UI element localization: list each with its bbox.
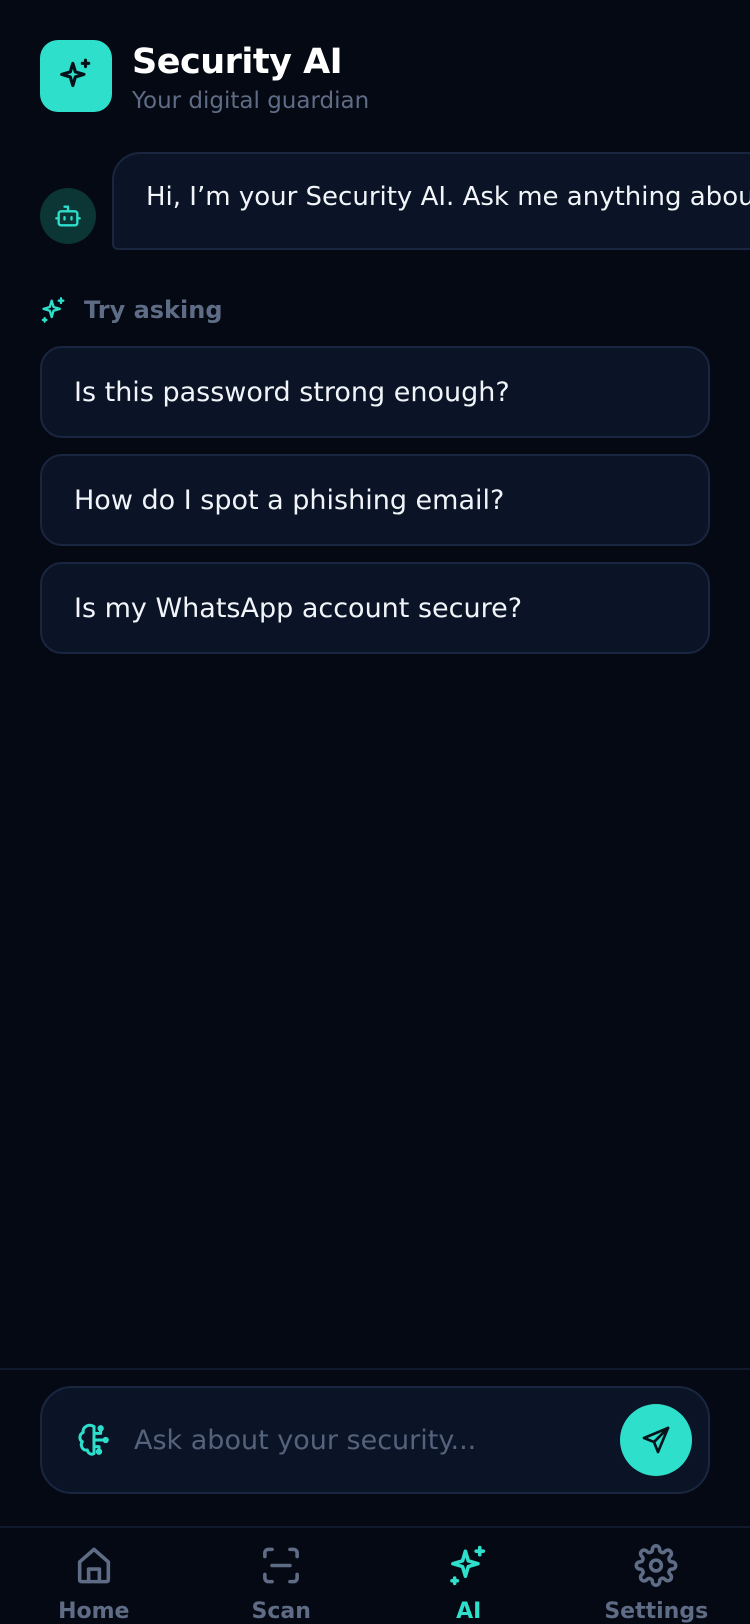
suggestion-chip[interactable]: Is this password strong enough? xyxy=(40,346,710,438)
chat-input-bar xyxy=(40,1386,710,1494)
bot-message-row: Hi, I’m your Security AI. Ask me anythin… xyxy=(40,152,750,250)
nav-item-scan[interactable]: Scan xyxy=(188,1528,376,1624)
try-asking-text: Try asking xyxy=(84,296,223,324)
try-asking-label: Try asking xyxy=(40,296,223,324)
security-ai-screen: Security AI Your digital guardian Hi, I’… xyxy=(0,0,750,1624)
sparkles-icon xyxy=(449,1545,485,1586)
home-icon xyxy=(77,1547,110,1584)
suggestion-chip[interactable]: Is my WhatsApp account secure? xyxy=(40,562,710,654)
scan-icon xyxy=(263,1547,300,1584)
app-logo xyxy=(40,40,112,112)
page-title: Security AI xyxy=(132,42,343,82)
input-divider xyxy=(0,1368,750,1370)
nav-item-home[interactable]: Home xyxy=(0,1528,188,1624)
sparkles-icon xyxy=(60,58,91,88)
bottom-nav: Home Scan AI Settings xyxy=(0,1528,750,1624)
suggestion-list: Is this password strong enough? How do I… xyxy=(40,346,710,670)
bot-message-bubble: Hi, I’m your Security AI. Ask me anythin… xyxy=(112,152,750,250)
bot-avatar xyxy=(40,188,96,244)
nav-label: AI xyxy=(456,1599,482,1624)
suggestion-chip[interactable]: How do I spot a phishing email? xyxy=(40,454,710,546)
gear-icon xyxy=(634,1544,678,1587)
nav-item-ai[interactable]: AI xyxy=(375,1528,563,1624)
bot-icon xyxy=(55,205,81,227)
header: Security AI Your digital guardian xyxy=(40,40,369,114)
nav-item-settings[interactable]: Settings xyxy=(563,1528,750,1624)
nav-label: Home xyxy=(58,1599,130,1624)
page-subtitle: Your digital guardian xyxy=(132,88,370,114)
sparkles-icon xyxy=(41,297,65,323)
chat-input[interactable] xyxy=(134,1424,620,1456)
brain-icon xyxy=(78,1423,109,1456)
send-icon xyxy=(642,1426,670,1454)
nav-label: Settings xyxy=(604,1599,709,1624)
send-button[interactable] xyxy=(620,1404,692,1476)
header-text: Security AI Your digital guardian xyxy=(132,40,369,114)
nav-label: Scan xyxy=(251,1599,311,1624)
